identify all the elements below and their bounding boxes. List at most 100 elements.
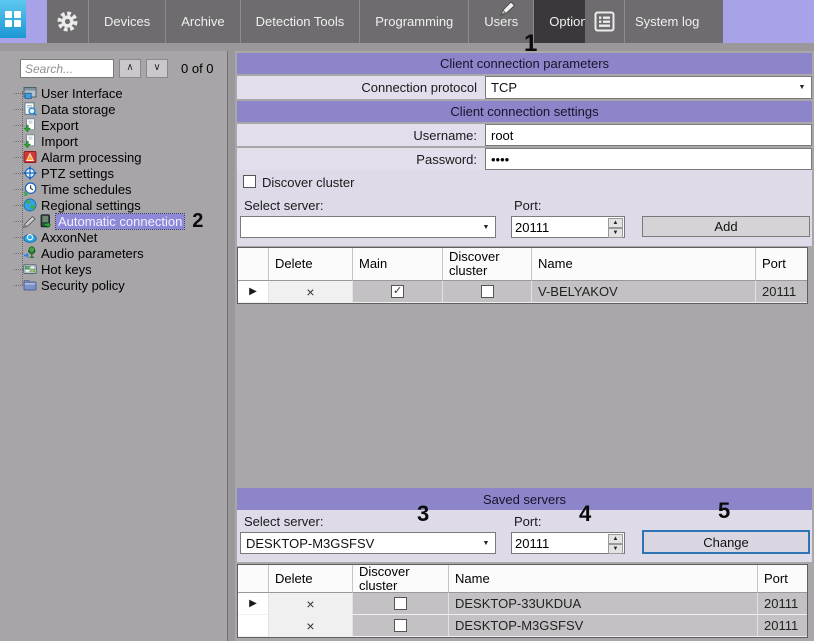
regional-settings-icon xyxy=(23,198,37,212)
discover-cluster-checkbox[interactable] xyxy=(243,175,256,188)
chevron-down-icon: ▼ xyxy=(795,79,809,96)
saved-servers-table: Delete Discover cluster Name Port ▶ × DE… xyxy=(237,564,808,638)
annotation-4: 4 xyxy=(579,503,591,525)
password-label: Password: xyxy=(237,148,485,170)
col-delete: Delete xyxy=(269,248,353,281)
row-selector-cell xyxy=(238,615,269,637)
change-button[interactable]: Change xyxy=(642,530,810,554)
search-next-button[interactable]: ∨ xyxy=(146,59,168,78)
tree-item-export[interactable]: Export xyxy=(0,117,227,133)
hot-keys-icon xyxy=(23,262,37,276)
username-field[interactable] xyxy=(485,124,812,146)
spinner-up-button[interactable]: ▲ xyxy=(608,534,623,544)
annotation-1: 1 xyxy=(524,32,537,56)
tree-item-label: Alarm processing xyxy=(41,150,141,165)
saved-select-server-dropdown[interactable]: DESKTOP-M3GSFSV ▼ xyxy=(240,532,496,554)
grid-icon xyxy=(5,11,21,27)
tree-item-hot-keys[interactable]: Hot keys xyxy=(0,261,227,277)
server-name-cell: DESKTOP-33UKDUA xyxy=(449,593,758,615)
port-label: Port: xyxy=(514,198,541,213)
automatic-connection-icon xyxy=(38,214,52,228)
delete-server-button[interactable]: × xyxy=(269,615,353,637)
username-row: Username: xyxy=(237,124,812,146)
row-selector-arrow: ▶ xyxy=(238,593,269,615)
settings-tree: User Interface Data storage Export Impor… xyxy=(0,85,227,293)
search-match-count: 0 of 0 xyxy=(181,61,214,76)
main-cell xyxy=(353,281,443,303)
discover-cluster-checkbox[interactable] xyxy=(481,285,494,298)
saved-port-label: Port: xyxy=(514,514,541,529)
app-menu-button[interactable] xyxy=(0,0,26,38)
settings-gear-button[interactable] xyxy=(47,0,88,43)
section-header-client-connection-settings: Client connection settings xyxy=(237,101,812,122)
tree-item-label: Time schedules xyxy=(41,182,132,197)
import-icon xyxy=(23,134,37,148)
tree-item-audio-parameters[interactable]: Audio parameters xyxy=(0,245,227,261)
system-log-section: System log xyxy=(585,0,723,43)
menu-item-system-log[interactable]: System log xyxy=(635,14,699,29)
tree-item-security-policy[interactable]: Security policy xyxy=(0,277,227,293)
spinner-down-button[interactable]: ▼ xyxy=(608,228,623,238)
axxonnet-icon xyxy=(23,230,37,244)
saved-select-server-value: DESKTOP-M3GSFSV xyxy=(246,536,374,551)
password-row: Password: xyxy=(237,148,812,170)
tree-item-label: Hot keys xyxy=(41,262,92,277)
tree-item-label: Security policy xyxy=(41,278,125,293)
annotation-3: 3 xyxy=(417,503,429,525)
spinner-down-button[interactable]: ▼ xyxy=(608,544,623,554)
search-row: ∧ ∨ 0 of 0 xyxy=(20,59,227,78)
tree-item-alarm-processing[interactable]: Alarm processing xyxy=(0,149,227,165)
menu-item-detection-tools[interactable]: Detection Tools xyxy=(240,0,360,43)
tree-item-time-schedules[interactable]: Time schedules xyxy=(0,181,227,197)
menu-item-devices[interactable]: Devices xyxy=(88,0,165,43)
discover-cluster-checkbox[interactable] xyxy=(394,619,407,632)
search-input[interactable] xyxy=(20,59,114,78)
connection-protocol-row: Connection protocol TCP ▼ xyxy=(237,76,812,99)
connection-protocol-select[interactable]: TCP ▼ xyxy=(485,76,812,99)
main-checkbox[interactable] xyxy=(391,285,404,298)
saved-select-server-label: Select server: xyxy=(244,514,323,529)
server-name-cell: V-BELYAKOV xyxy=(532,281,756,303)
discover-cluster-checkbox[interactable] xyxy=(394,597,407,610)
delete-server-button[interactable]: × xyxy=(269,593,353,615)
tree-item-label: Import xyxy=(41,134,78,149)
password-field[interactable] xyxy=(485,148,812,170)
spinner-up-button[interactable]: ▲ xyxy=(608,218,623,228)
tree-item-label: PTZ settings xyxy=(41,166,114,181)
discover-cell xyxy=(353,593,449,615)
select-server-dropdown[interactable]: ▼ xyxy=(240,216,496,238)
select-server-label: Select server: xyxy=(244,198,323,213)
audio-parameters-icon xyxy=(23,246,37,260)
add-server-section: Discover cluster Select server: Port: ▼ … xyxy=(237,170,812,246)
tree-item-label: Regional settings xyxy=(41,198,141,213)
tree-item-label: Data storage xyxy=(41,102,115,117)
table-row: × DESKTOP-M3GSFSV 20111 xyxy=(238,615,807,637)
chevron-down-icon: ▼ xyxy=(479,219,493,235)
port-input[interactable] xyxy=(512,217,606,237)
tree-item-automatic-connection[interactable]: Automatic connection 2 xyxy=(0,213,227,229)
ptz-settings-icon xyxy=(23,166,37,180)
menu-item-programming[interactable]: Programming xyxy=(359,0,468,43)
tree-item-label: Automatic connection xyxy=(56,214,184,229)
delete-server-button[interactable]: × xyxy=(269,281,353,303)
tree-item-label: Export xyxy=(41,118,79,133)
automatic-connection-panel: Client connection parameters Connection … xyxy=(235,51,814,641)
servers-table: Delete Main Discover cluster Name Port ▶… xyxy=(237,247,808,304)
tree-item-import[interactable]: Import xyxy=(0,133,227,149)
username-label: Username: xyxy=(237,124,485,146)
system-log-icon xyxy=(594,11,615,32)
add-button[interactable]: Add xyxy=(642,216,810,237)
tree-item-ptz-settings[interactable]: PTZ settings xyxy=(0,165,227,181)
menu-item-archive[interactable]: Archive xyxy=(165,0,239,43)
tree-item-data-storage[interactable]: Data storage xyxy=(0,101,227,117)
tree-item-user-interface[interactable]: User Interface xyxy=(0,85,227,101)
tree-item-label: AxxonNet xyxy=(41,230,97,245)
saved-port-input[interactable] xyxy=(512,533,606,553)
settings-sidebar: ∧ ∨ 0 of 0 User Interface Data storage E… xyxy=(0,51,228,641)
gear-icon xyxy=(56,10,79,33)
chevron-down-icon: ▼ xyxy=(479,535,493,551)
col-discover-cluster: Discover cluster xyxy=(443,248,532,281)
discover-cell xyxy=(353,615,449,637)
search-prev-button[interactable]: ∧ xyxy=(119,59,141,78)
col-delete: Delete xyxy=(269,565,353,593)
